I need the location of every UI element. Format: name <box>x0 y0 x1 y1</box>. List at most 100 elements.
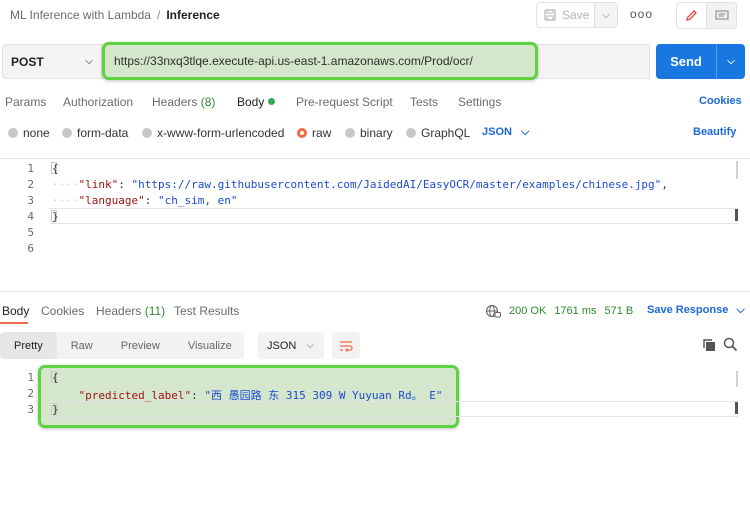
globe-network-icon[interactable] <box>485 304 501 318</box>
radio-binary[interactable]: binary <box>345 126 393 140</box>
method-label: POST <box>11 54 44 69</box>
send-label: Send <box>670 54 702 69</box>
tab-prerequest-script[interactable]: Pre-request Script <box>296 95 393 109</box>
tab-headers-label: Headers <box>152 95 198 109</box>
response-tab-test-results[interactable]: Test Results <box>174 304 239 318</box>
radio-dot-icon <box>8 128 18 138</box>
radio-dot-icon <box>62 128 72 138</box>
response-view-tabs: Pretty Raw Preview Visualize <box>0 332 244 359</box>
code-close-brace: } <box>52 210 59 223</box>
json-key-link: "link" <box>78 178 119 191</box>
save-response-label: Save Response <box>647 304 729 316</box>
radio-raw[interactable]: raw <box>297 126 331 140</box>
code-open-brace: { <box>52 162 59 175</box>
request-body-editor[interactable]: 1 2 3 4 5 6 { ····"link": "https://raw.g… <box>0 158 750 292</box>
scroll-position-marker <box>735 402 738 414</box>
radio-none-label: none <box>23 126 50 140</box>
response-status-area: 200 OK 1761 ms 571 B <box>485 304 633 318</box>
save-label: Save <box>562 8 590 22</box>
url-input[interactable]: https://33nxq3tlqe.execute-api.us-east-1… <box>102 42 538 80</box>
save-response-button[interactable]: Save Response ⌵ <box>647 304 745 317</box>
current-line-highlight <box>50 208 738 224</box>
breadcrumb-request[interactable]: Inference <box>166 8 219 22</box>
json-value-predicted-label: "西 愚园路 东 315 309 W Yuyuan Rd。 E" <box>204 389 443 402</box>
response-tab-headers[interactable]: Headers (11) <box>96 304 165 318</box>
view-tab-preview[interactable]: Preview <box>107 332 174 359</box>
search-icon[interactable] <box>723 337 738 357</box>
response-tab-cookies[interactable]: Cookies <box>41 304 84 318</box>
body-format-select[interactable]: JSON ⌵ <box>482 126 529 139</box>
method-select[interactable]: POST ⌵ <box>2 44 102 79</box>
radio-raw-label: raw <box>312 126 332 140</box>
scroll-position-marker <box>735 209 738 221</box>
tab-headers-count: (8) <box>200 95 216 109</box>
radio-none[interactable]: none <box>8 126 50 140</box>
response-body-viewer[interactable]: 1 2 3 { ····"predicted_label": "西 愚园路 东 … <box>0 366 750 506</box>
code-open-brace: { <box>52 371 59 384</box>
json-value-language: "ch_sim, en" <box>157 194 238 207</box>
breadcrumb-collection[interactable]: ML Inference with Lambda <box>10 8 151 22</box>
comments-view-button[interactable] <box>706 3 736 28</box>
radio-binary-label: binary <box>360 126 393 140</box>
more-actions-button[interactable]: ooo <box>630 7 653 21</box>
response-time[interactable]: 1761 ms <box>554 305 596 317</box>
line-number: 3 <box>27 403 34 416</box>
view-tab-raw[interactable]: Raw <box>57 332 107 359</box>
response-tab-headers-count: (11) <box>144 304 166 318</box>
code-close-brace: } <box>52 403 59 416</box>
response-tab-body[interactable]: Body <box>2 304 29 318</box>
radio-form-data[interactable]: form-data <box>62 126 128 140</box>
save-button[interactable]: Save ⌵ <box>536 2 618 28</box>
code-line-language: ····"language": "ch_sim, en" <box>52 194 238 207</box>
tab-tests[interactable]: Tests <box>410 95 438 109</box>
radio-form-data-label: form-data <box>77 126 129 140</box>
response-format-label: JSON <box>267 339 297 352</box>
json-key-language: "language" <box>78 194 145 207</box>
view-tab-visualize[interactable]: Visualize <box>174 332 246 359</box>
radio-graphql-label: GraphQL <box>421 126 471 140</box>
tab-settings[interactable]: Settings <box>458 95 501 109</box>
json-key-predicted-label: "predicted_label" <box>78 389 192 402</box>
status-code[interactable]: 200 OK <box>509 305 546 317</box>
edit-view-button[interactable] <box>677 3 706 28</box>
wrap-lines-button[interactable] <box>332 332 360 359</box>
line-number: 1 <box>27 371 34 384</box>
radio-urlencoded-label: x-www-form-urlencoded <box>157 126 285 140</box>
radio-selected-dot-icon <box>297 128 307 138</box>
json-value-link: "https://raw.githubusercontent.com/Jaide… <box>131 178 662 191</box>
copy-icon[interactable] <box>702 338 716 357</box>
radio-dot-icon <box>142 128 152 138</box>
view-toggle[interactable] <box>676 2 737 29</box>
current-line-highlight <box>50 401 738 417</box>
view-tab-pretty[interactable]: Pretty <box>0 332 57 359</box>
response-scrollbar[interactable] <box>736 371 738 387</box>
chevron-down-icon: ⌵ <box>306 340 314 351</box>
tab-body[interactable]: Body <box>237 95 276 109</box>
chevron-down-icon: ⌵ <box>736 304 745 316</box>
tab-body-label: Body <box>237 95 265 109</box>
breadcrumb: ML Inference with Lambda / Inference <box>10 8 220 22</box>
response-format-select[interactable]: JSON ⌵ <box>258 332 324 359</box>
pencil-icon <box>686 10 697 21</box>
save-dropdown-chevron-icon[interactable]: ⌵ <box>594 3 617 27</box>
code-line-predicted-label: ····"predicted_label": "西 愚园路 东 315 309 … <box>52 389 443 402</box>
wrap-lines-icon <box>340 340 353 352</box>
line-number: 6 <box>27 242 34 255</box>
editor-scrollbar[interactable] <box>736 161 738 179</box>
send-button[interactable]: Send ⌵ <box>656 44 745 79</box>
radio-graphql[interactable]: GraphQL <box>406 126 470 140</box>
chevron-down-icon: ⌵ <box>85 56 93 67</box>
radio-urlencoded[interactable]: x-www-form-urlencoded <box>142 126 284 140</box>
cookies-link[interactable]: Cookies <box>699 95 742 107</box>
tab-params[interactable]: Params <box>5 95 46 109</box>
tab-headers[interactable]: Headers (8) <box>152 95 215 109</box>
beautify-button[interactable]: Beautify <box>693 126 736 138</box>
tab-authorization[interactable]: Authorization <box>63 95 133 109</box>
send-dropdown-chevron-icon[interactable]: ⌵ <box>716 44 745 79</box>
response-size[interactable]: 571 B <box>605 305 634 317</box>
modified-dot-icon <box>268 98 276 105</box>
line-number: 1 <box>27 162 34 175</box>
line-number: 5 <box>27 226 34 239</box>
code-line-link: ····"link": "https://raw.githubuserconte… <box>52 178 668 191</box>
active-tab-indicator <box>0 322 28 324</box>
